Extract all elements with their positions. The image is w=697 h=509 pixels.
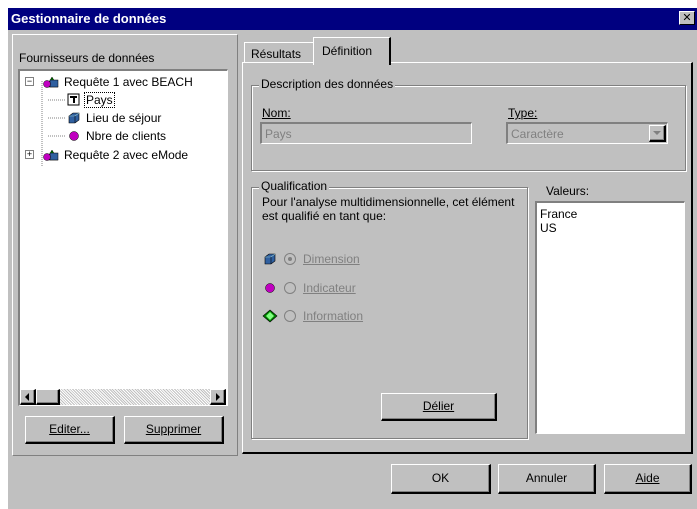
tab-resultats[interactable]: Résultats (244, 42, 314, 62)
radio-information[interactable] (284, 310, 296, 322)
scroll-left-button[interactable] (20, 389, 36, 405)
values-label: Valeurs: (546, 184, 590, 198)
tree-item-label: Requête 2 avec eMode (64, 148, 189, 162)
providers-label: Fournisseurs de données (19, 51, 155, 65)
dimension-key-icon (67, 93, 80, 106)
dimension-cube-icon (68, 112, 80, 124)
delete-button[interactable]: Supprimer (124, 416, 224, 444)
radio-indicateur[interactable] (284, 282, 296, 294)
qualification-group-title: Qualification (259, 179, 330, 193)
radio-information-row[interactable]: Information (262, 308, 462, 326)
query-icon (43, 76, 59, 88)
title-bar[interactable]: Gestionnaire de données ✕ (8, 8, 697, 30)
information-diamond-icon (262, 309, 278, 323)
name-field[interactable]: Pays (260, 122, 472, 144)
arrow-left-icon (25, 393, 29, 401)
collapse-toggle[interactable]: − (25, 77, 34, 86)
close-icon: ✕ (682, 12, 692, 24)
name-label: Nom: (262, 106, 291, 120)
radio-indicateur-row[interactable]: Indicateur (262, 280, 462, 298)
help-button[interactable]: Aide (604, 464, 692, 494)
tab-definition[interactable]: Définition (313, 37, 391, 65)
qualification-description: Pour l'analyse multidimensionnelle, cet … (262, 195, 515, 223)
dropdown-button[interactable] (649, 125, 666, 142)
ok-button[interactable]: OK (391, 464, 491, 494)
unlink-button[interactable]: Délier (381, 393, 497, 421)
chevron-down-icon (653, 131, 661, 135)
tree-item-label: Lieu de séjour (86, 111, 162, 125)
providers-tree[interactable]: − Requête 1 avec BEACH Pays Lieu de séjo… (18, 69, 228, 406)
scroll-thumb[interactable] (36, 389, 60, 405)
values-list[interactable]: France US (535, 201, 685, 434)
dimension-cube-icon (264, 253, 276, 265)
horizontal-scrollbar[interactable] (20, 389, 226, 405)
tree-item-query-2[interactable]: + Requête 2 avec eMode (20, 146, 226, 164)
type-select[interactable]: Caractère (506, 122, 668, 144)
expand-toggle[interactable]: + (25, 150, 34, 159)
edit-button[interactable]: Editer... (25, 416, 115, 444)
query-icon (43, 149, 59, 161)
data-manager-dialog: Gestionnaire de données ✕ Fournisseurs d… (8, 8, 697, 509)
list-item[interactable]: France (540, 207, 577, 221)
description-group-title: Description des données (259, 77, 396, 91)
type-label: Type: (508, 106, 538, 120)
radio-dimension-row[interactable]: Dimension (262, 251, 462, 269)
tree-item-label: Pays (84, 92, 115, 108)
tree-item-lieu[interactable]: Lieu de séjour (20, 109, 226, 127)
list-item[interactable]: US (540, 221, 557, 235)
tree-item-label: Nbre de clients (86, 129, 167, 143)
cancel-button[interactable]: Annuler (498, 464, 596, 494)
close-button[interactable]: ✕ (679, 11, 695, 25)
tree-item-nbre[interactable]: Nbre de clients (20, 127, 226, 145)
scroll-right-button[interactable] (210, 389, 226, 405)
window-title: Gestionnaire de données (11, 11, 167, 26)
indicator-icon (265, 283, 275, 293)
indicator-icon (69, 131, 79, 141)
radio-dimension[interactable] (284, 253, 296, 265)
tree-item-query-1[interactable]: − Requête 1 avec BEACH (20, 73, 226, 91)
arrow-right-icon (216, 393, 220, 401)
tree-item-label: Requête 1 avec BEACH (64, 75, 193, 89)
tree-item-pays[interactable]: Pays (20, 91, 226, 109)
